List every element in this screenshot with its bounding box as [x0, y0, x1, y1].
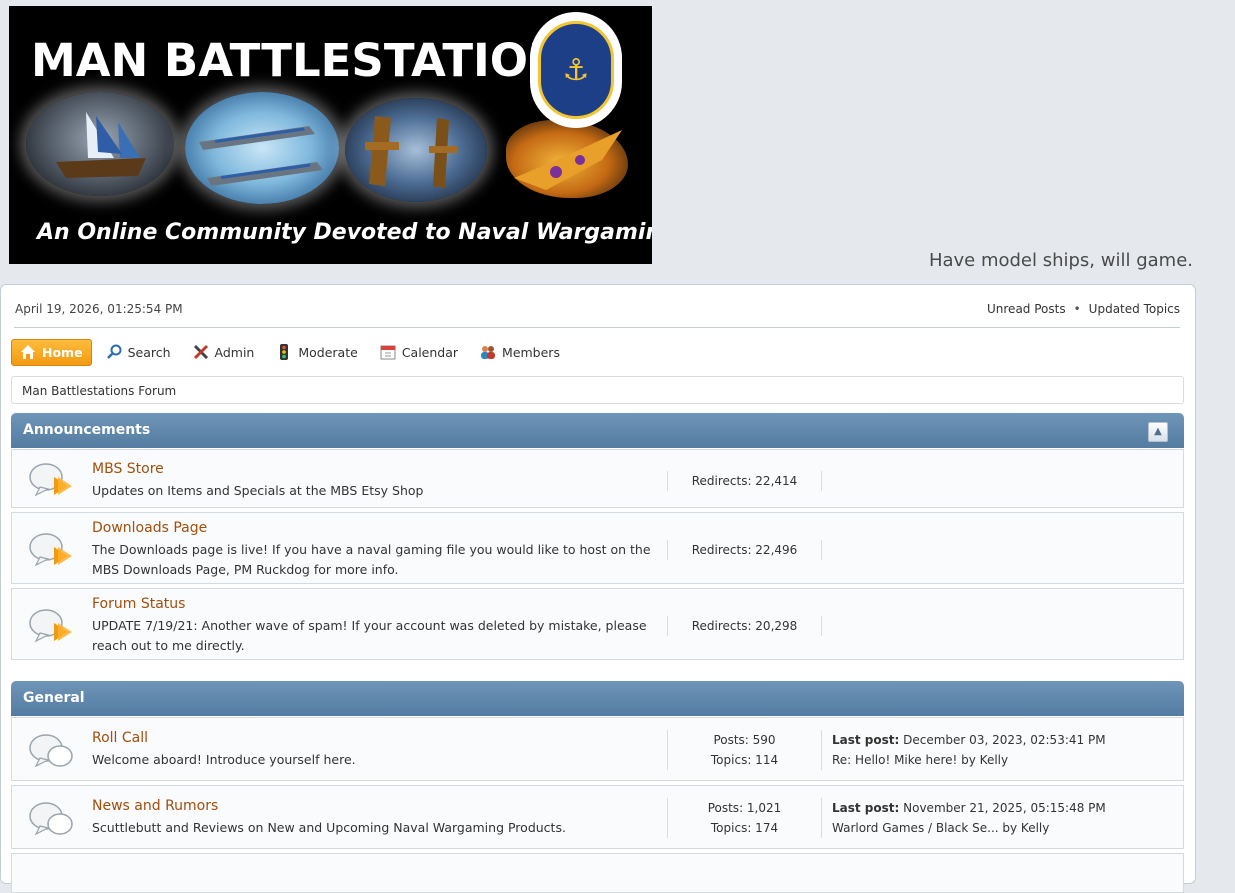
forum-wrapper: April 19, 2026, 01:25:54 PM Unread Posts… — [0, 284, 1196, 893]
column-divider — [821, 798, 822, 838]
board-posts-count: Posts: 590 — [713, 733, 776, 747]
board-row-partial — [11, 853, 1184, 893]
site-tagline: Have model ships, will game. — [928, 250, 1193, 271]
menu-home[interactable]: Home — [11, 338, 92, 366]
board-description: Scuttlebutt and Reviews on New and Upcom… — [92, 820, 566, 835]
column-divider — [821, 730, 822, 770]
board-description: Welcome aboard! Introduce yourself here. — [92, 752, 356, 767]
board-row: News and Rumors Scuttlebutt and Reviews … — [11, 785, 1184, 849]
site-banner[interactable]: MAN BATTLESTATIONS ⚓ An Online Community… — [9, 6, 652, 264]
category-title: Announcements — [23, 422, 151, 438]
anchor-icon: ⚓ — [538, 21, 614, 119]
board-redirects: Redirects: 20,298 — [691, 619, 798, 633]
board-redirects: Redirects: 22,496 — [691, 543, 798, 557]
submarine-model-image — [345, 98, 487, 202]
redirect-board-icon — [28, 459, 76, 499]
board-redirects: Redirects: 22,414 — [691, 474, 798, 488]
link-separator: • — [1073, 302, 1081, 316]
main-menu: Home Search Admin Moderate Calendar Memb… — [11, 338, 574, 366]
redirect-board-icon — [28, 605, 76, 645]
search-icon — [106, 344, 122, 360]
board-posts-count: Posts: 1,021 — [707, 801, 782, 815]
last-post-link[interactable]: Re: Hello! Mike here! by Kelly — [832, 750, 1008, 770]
unread-posts-link[interactable]: Unread Posts — [987, 302, 1066, 316]
board-no-new-posts-icon — [28, 798, 76, 838]
last-post-date: November 21, 2025, 05:15:48 PM — [903, 801, 1106, 815]
column-divider — [821, 616, 822, 636]
board-description: Updates on Items and Specials at the MBS… — [92, 483, 424, 498]
last-post-label: Last post: — [832, 733, 900, 747]
last-post-link[interactable]: Warlord Games / Black Se... by Kelly — [832, 818, 1049, 838]
home-icon — [20, 344, 36, 360]
board-link-downloads-page[interactable]: Downloads Page — [92, 520, 207, 536]
breadcrumb: Man Battlestations Forum — [11, 376, 1184, 404]
board-description: The Downloads page is live! If you have … — [92, 542, 651, 577]
menu-members[interactable]: Members — [472, 340, 568, 365]
last-post-date: December 03, 2023, 02:53:41 PM — [903, 733, 1106, 747]
board-description: UPDATE 7/19/21: Another wave of spam! If… — [92, 618, 647, 653]
board-row: Forum Status UPDATE 7/19/21: Another wav… — [11, 588, 1184, 660]
category-header-announcements[interactable]: Announcements ▲ — [11, 413, 1184, 448]
updated-topics-link[interactable]: Updated Topics — [1089, 302, 1180, 316]
redirect-board-icon — [28, 529, 76, 569]
carrier-model-image — [185, 92, 339, 204]
board-row: Roll Call Welcome aboard! Introduce your… — [11, 717, 1184, 781]
menu-admin-label: Admin — [214, 344, 255, 360]
top-bar: April 19, 2026, 01:25:54 PM Unread Posts… — [14, 301, 1180, 328]
anchor-emblem-logo: ⚓ — [530, 12, 622, 128]
admin-tools-icon — [193, 344, 209, 360]
menu-search-label: Search — [127, 344, 171, 360]
board-link-news-and-rumors[interactable]: News and Rumors — [92, 798, 218, 814]
column-divider — [821, 540, 822, 560]
board-row: MBS Store Updates on Items and Specials … — [11, 449, 1184, 508]
quick-links: Unread Posts • Updated Topics — [987, 302, 1180, 316]
last-post-info: Last post: November 21, 2025, 05:15:48 P… — [832, 798, 1106, 818]
members-icon — [480, 344, 496, 360]
board-topics-count: Topics: 114 — [710, 753, 779, 767]
menu-members-label: Members — [502, 344, 560, 360]
galleon-model-image — [26, 92, 174, 196]
spaceship-model-image — [506, 120, 628, 198]
breadcrumb-forum-link[interactable]: Man Battlestations Forum — [22, 384, 176, 398]
last-post-label: Last post: — [832, 801, 900, 815]
board-topics-count: Topics: 174 — [710, 821, 779, 835]
banner-title: MAN BATTLESTATIONS — [31, 34, 599, 87]
collapse-category-button[interactable]: ▲ — [1148, 422, 1168, 442]
menu-moderate[interactable]: Moderate — [268, 340, 365, 365]
board-link-mbs-store[interactable]: MBS Store — [92, 461, 164, 477]
collapse-arrow-icon: ▲ — [1154, 426, 1162, 437]
last-post-info: Last post: December 03, 2023, 02:53:41 P… — [832, 730, 1106, 750]
current-datetime: April 19, 2026, 01:25:54 PM — [15, 302, 183, 316]
menu-calendar-label: Calendar — [401, 344, 459, 360]
board-link-forum-status[interactable]: Forum Status — [92, 596, 185, 612]
category-header-general[interactable]: General — [11, 681, 1184, 716]
traffic-light-icon — [276, 344, 292, 360]
calendar-icon — [380, 344, 396, 360]
board-no-new-posts-icon — [28, 730, 76, 770]
column-divider — [821, 471, 822, 491]
menu-admin[interactable]: Admin — [185, 340, 263, 365]
board-link-roll-call[interactable]: Roll Call — [92, 730, 148, 746]
board-row: Downloads Page The Downloads page is liv… — [11, 512, 1184, 584]
menu-moderate-label: Moderate — [298, 344, 358, 360]
menu-home-label: Home — [42, 344, 83, 360]
category-title: General — [23, 690, 85, 706]
menu-search[interactable]: Search — [98, 340, 179, 365]
banner-subtitle: An Online Community Devoted to Naval War… — [37, 220, 652, 245]
menu-calendar[interactable]: Calendar — [372, 340, 466, 365]
